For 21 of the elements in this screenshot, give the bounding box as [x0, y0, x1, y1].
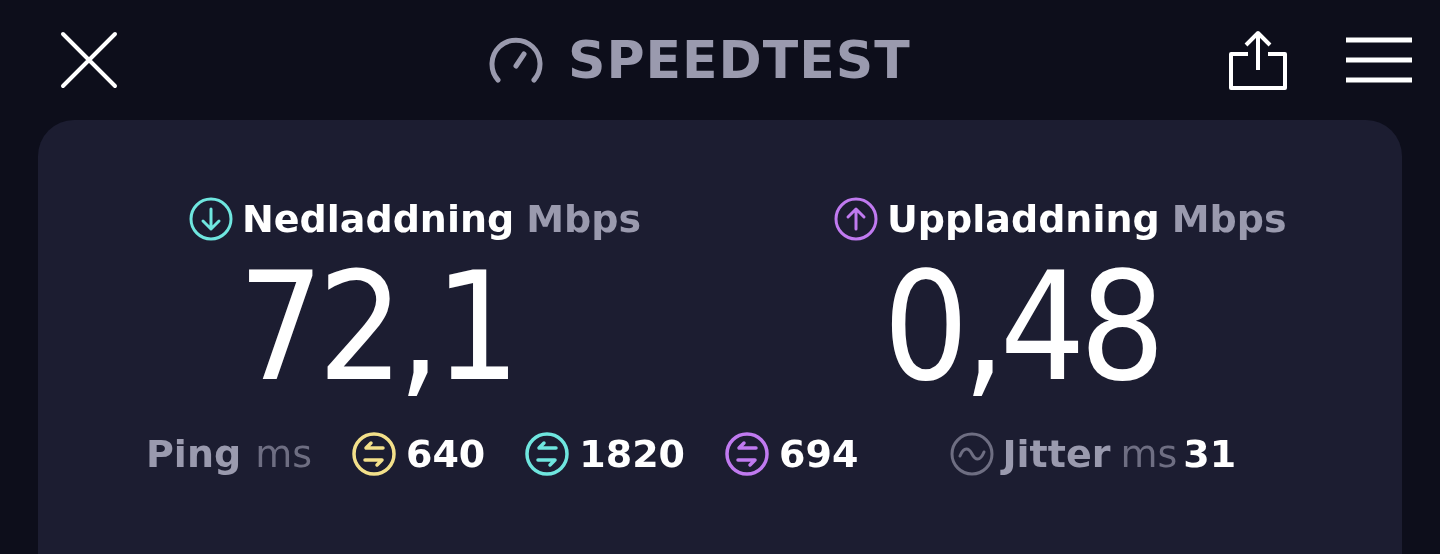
result-label: Uppladdning: [887, 197, 1160, 241]
ping-value: 640: [405, 432, 486, 476]
result-value: 0,48: [883, 252, 1161, 402]
ping-label: Ping: [146, 432, 242, 476]
result-unit: Mbps: [1171, 197, 1287, 241]
ping-value: 694: [779, 432, 859, 476]
result-value: 72,1: [238, 252, 516, 402]
close-icon: [60, 31, 118, 89]
result-label: Nedladdning: [242, 197, 515, 241]
jitter-value: 31: [1183, 432, 1237, 476]
close-button[interactable]: [60, 31, 118, 89]
menu-icon: [1344, 35, 1414, 85]
share-icon: [1228, 30, 1288, 90]
app-title: SPEEDTEST: [568, 30, 911, 90]
jitter-unit: ms: [1120, 432, 1178, 476]
share-button[interactable]: [1228, 30, 1288, 90]
menu-button[interactable]: [1344, 35, 1414, 85]
jitter-label: Jitter: [1002, 432, 1111, 476]
ping-value: 1820: [579, 432, 686, 476]
result-unit: Mbps: [526, 197, 642, 241]
ping-unit: ms: [255, 432, 312, 476]
